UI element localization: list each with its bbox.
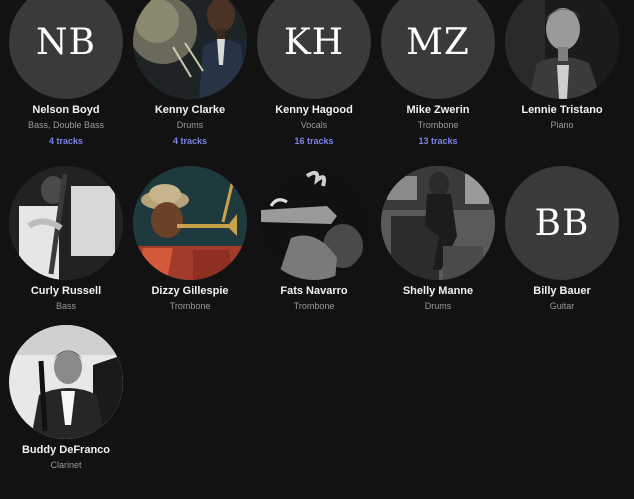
photo-drummer-icon: [133, 0, 247, 99]
photo-trumpeter-icon: [133, 166, 247, 280]
artist-role: Piano: [550, 120, 574, 130]
artist-role: Trombone: [293, 301, 335, 311]
photo-bassist-icon: [9, 166, 123, 280]
avatar: [133, 166, 247, 280]
avatar-initials: KH: [283, 21, 345, 63]
artist-name[interactable]: Kenny Clarke: [128, 104, 252, 117]
tracks-link[interactable]: 16 tracks: [252, 136, 376, 147]
artist-role: Vocals: [300, 120, 328, 130]
tracks-link[interactable]: 4 tracks: [4, 136, 128, 147]
photo-clarinetist-icon: [9, 325, 123, 439]
artist-role: Drums: [176, 120, 204, 130]
avatar-initials: BB: [534, 202, 590, 244]
artist-role: Guitar: [549, 301, 575, 311]
avatar: [381, 166, 495, 280]
avatar: KH: [257, 0, 371, 99]
artist-role: Bass, Double Bass: [27, 120, 105, 130]
artist-name[interactable]: Buddy DeFranco: [4, 444, 128, 457]
avatar-initials: MZ: [406, 21, 470, 63]
avatar: MZ: [381, 0, 495, 99]
artist-role: Trombone: [169, 301, 211, 311]
artist-name[interactable]: Shelly Manne: [376, 285, 500, 298]
tracks-link[interactable]: 13 tracks: [376, 136, 500, 147]
avatar: [257, 166, 371, 280]
artist-role: Clarinet: [50, 460, 82, 470]
artist-name[interactable]: Mike Zwerin: [376, 104, 500, 117]
avatar: BB: [505, 166, 619, 280]
artist-grid: NB Nelson Boyd Bass, Double Bass 4 track…: [0, 0, 634, 499]
avatar: [9, 166, 123, 280]
artist-name[interactable]: Lennie Tristano: [500, 104, 624, 117]
avatar: [505, 0, 619, 99]
artist-name[interactable]: Billy Bauer: [500, 285, 624, 298]
artist-name[interactable]: Kenny Hagood: [252, 104, 376, 117]
artist-role: Trombone: [417, 120, 459, 130]
photo-trumpeter-bw-icon: [257, 166, 371, 280]
avatar: [133, 0, 247, 99]
avatar: NB: [9, 0, 123, 99]
artist-name[interactable]: Fats Navarro: [252, 285, 376, 298]
artist-name[interactable]: Curly Russell: [4, 285, 128, 298]
artist-role: Drums: [424, 301, 452, 311]
avatar-initials: NB: [36, 21, 96, 63]
artist-name[interactable]: Dizzy Gillespie: [128, 285, 252, 298]
avatar: [9, 325, 123, 439]
tracks-link[interactable]: 4 tracks: [128, 136, 252, 147]
photo-pianist-icon: [505, 0, 619, 99]
artist-name[interactable]: Nelson Boyd: [4, 104, 128, 117]
artist-role: Bass: [55, 301, 76, 311]
photo-drummer-bw-icon: [381, 166, 495, 280]
